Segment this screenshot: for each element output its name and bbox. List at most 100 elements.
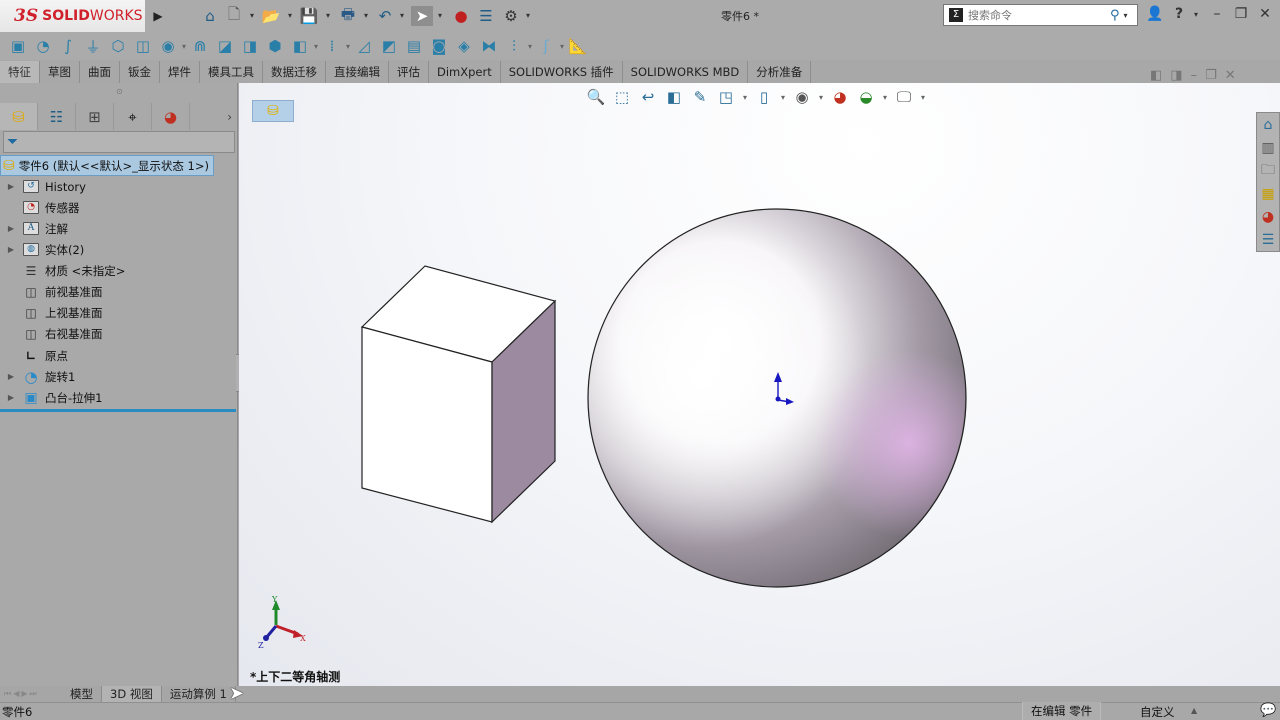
zoom-to-fit-icon[interactable]: 🔍 (585, 88, 607, 106)
draft-icon[interactable]: ◩ (377, 35, 401, 57)
tab-sheet-metal[interactable]: 钣金 (120, 61, 160, 83)
lofted-cut-icon[interactable]: ◨ (238, 35, 262, 57)
more-tabs-arrow-icon[interactable]: › (190, 103, 238, 130)
search-icon[interactable]: ⚲ (1110, 8, 1120, 23)
previous-view-icon[interactable]: ↩ (637, 88, 659, 106)
display-style-dropdown-icon[interactable]: ▾ (779, 93, 787, 102)
panel-grip-icon[interactable]: ⊙ (116, 87, 123, 96)
minimize-button[interactable]: – (1206, 6, 1228, 22)
tree-root-part[interactable]: ⛁ 零件6 (默认<<默认>_显示状态 1>) (0, 155, 214, 176)
undo-dropdown-icon[interactable]: ▾ (400, 11, 404, 20)
menu-expand-arrow-icon[interactable]: ▶ (150, 7, 166, 25)
tree-item-history[interactable]: ▶ ↺ History (0, 176, 86, 197)
help-icon[interactable]: ? (1168, 6, 1190, 22)
lofted-boss-icon[interactable]: ⏚ (81, 35, 105, 57)
help-dropdown-icon[interactable]: ▾ (1194, 10, 1198, 19)
dynamic-annotation-icon[interactable]: ✎ (689, 88, 711, 106)
edit-appearance-icon[interactable]: ◕ (829, 88, 851, 106)
expand-arrow-icon[interactable]: ▶ (0, 182, 22, 191)
model-view[interactable]: Y X Z (239, 83, 1280, 686)
viewport-restore-button[interactable]: ❐ (1205, 68, 1217, 83)
revolved-boss-icon[interactable]: ◔ (31, 35, 55, 57)
tree-item-right-plane[interactable]: ◫ 右视基准面 (0, 323, 102, 344)
property-manager-tab[interactable]: ☷ (38, 103, 76, 130)
tree-item-sensors[interactable]: ◔ 传感器 (0, 197, 80, 218)
rebuild-icon[interactable]: ● (452, 6, 470, 26)
expand-arrow-icon[interactable]: ▶ (0, 393, 22, 402)
hide-show-items-icon[interactable]: ◉ (791, 88, 813, 106)
revolved-cut-icon[interactable]: ⋒ (188, 35, 212, 57)
fillet-dropdown-icon[interactable]: ▾ (313, 35, 319, 57)
tab-add-ins[interactable]: SOLIDWORKS 插件 (501, 61, 623, 83)
tree-item-annotations[interactable]: ▶ A 注解 (0, 218, 68, 239)
tree-item-top-plane[interactable]: ◫ 上视基准面 (0, 302, 102, 323)
select-icon[interactable]: ➤ (411, 6, 433, 26)
viewport-close-button[interactable]: ✕ (1225, 68, 1236, 83)
reference-geometry-icon[interactable]: ⫶ (502, 35, 526, 57)
feature-tree-flyout-button[interactable]: ⛁ (252, 100, 294, 122)
quick-tips-icon[interactable]: 💬 (1260, 703, 1276, 718)
print-dropdown-icon[interactable]: ▾ (364, 11, 368, 20)
tab-sketch[interactable]: 草图 (40, 61, 80, 83)
instant3d-icon[interactable]: 📐 (566, 35, 590, 57)
expand-arrow-icon[interactable]: ▶ (0, 372, 22, 381)
search-input[interactable] (968, 8, 1108, 22)
viewport-minimize-button[interactable]: – (1191, 68, 1198, 83)
tab-surfaces[interactable]: 曲面 (80, 61, 120, 83)
view-settings-dropdown-icon[interactable]: ▾ (919, 93, 927, 102)
custom-properties-icon[interactable]: ☰ (1262, 228, 1275, 251)
open-dropdown-icon[interactable]: ▾ (288, 11, 292, 20)
view-orientation-icon[interactable]: ◳ (715, 88, 737, 106)
curves-dropdown-icon[interactable]: ▾ (559, 35, 565, 57)
close-button[interactable]: ✕ (1254, 6, 1276, 22)
file-explorer-icon[interactable]: 🗀 (1261, 159, 1275, 182)
save-icon[interactable]: 💾 (298, 6, 320, 26)
tab-direct-editing[interactable]: 直接编辑 (326, 61, 389, 83)
search-commands[interactable]: Σ ⚲ ▾ (943, 4, 1138, 26)
tab-weldments[interactable]: 焊件 (160, 61, 200, 83)
configuration-manager-tab[interactable]: ⊞ (76, 103, 114, 130)
extruded-cut-icon[interactable]: ◫ (131, 35, 155, 57)
shell-icon[interactable]: ▤ (402, 35, 426, 57)
new-dropdown-icon[interactable]: ▾ (250, 11, 254, 20)
linear-pattern-icon[interactable]: ⁞ (320, 35, 344, 57)
view-orientation-dropdown-icon[interactable]: ▾ (741, 93, 749, 102)
intersect-icon[interactable]: ◈ (452, 35, 476, 57)
display-style-icon[interactable]: ▯ (753, 88, 775, 106)
search-dropdown-icon[interactable]: ▾ (1124, 11, 1128, 20)
swept-cut-icon[interactable]: ◪ (213, 35, 237, 57)
section-view-icon[interactable]: ◧ (663, 88, 685, 106)
solidworks-resources-icon[interactable]: ⌂ (1264, 113, 1273, 136)
tree-filter[interactable]: ⏷ (3, 131, 235, 153)
pattern-dropdown-icon[interactable]: ▾ (345, 35, 351, 57)
extruded-boss-icon[interactable]: ▣ (6, 35, 30, 57)
tab-mbd[interactable]: SOLIDWORKS MBD (623, 61, 749, 83)
design-library-icon[interactable]: ▥ (1261, 136, 1274, 159)
tab-motion-study-1[interactable]: 运动算例 1 (162, 686, 236, 702)
expand-arrow-icon[interactable]: ▶ (0, 224, 22, 233)
tree-item-solid-bodies[interactable]: ▶ ◍ 实体(2) (0, 239, 84, 260)
tree-item-revolve1[interactable]: ▶ ◔ 旋转1 (0, 366, 75, 387)
tree-item-origin[interactable]: ∟ 原点 (0, 345, 68, 366)
unit-system-arrow-icon[interactable]: ▲ (1191, 706, 1197, 715)
boundary-boss-icon[interactable]: ⬡ (106, 35, 130, 57)
display-manager-tab[interactable]: ◕ (152, 103, 190, 130)
hole-wizard-icon[interactable]: ◉ (156, 35, 180, 57)
user-icon[interactable]: 👤 (1144, 6, 1166, 22)
print-icon[interactable]: 🖶 (337, 5, 359, 26)
expand-arrow-icon[interactable]: ▶ (0, 245, 22, 254)
file-properties-icon[interactable]: ☰ (476, 6, 496, 26)
swept-boss-icon[interactable]: ∫ (56, 35, 80, 57)
tab-features[interactable]: 特征 (0, 61, 40, 83)
select-dropdown-icon[interactable]: ▾ (438, 11, 442, 20)
scene-dropdown-icon[interactable]: ▾ (881, 93, 889, 102)
restore-button[interactable]: ❐ (1230, 6, 1252, 22)
tree-item-boss-extrude1[interactable]: ▶ ▣ 凸台-拉伸1 (0, 387, 103, 408)
rib-icon[interactable]: ◿ (352, 35, 376, 57)
wrap-icon[interactable]: ◙ (427, 35, 451, 57)
options-icon[interactable]: ⚙ (501, 6, 521, 26)
solidworks-logo[interactable]: 3S SOLIDWORKS (0, 0, 145, 32)
dimxpert-manager-tab[interactable]: ⌖ (114, 103, 152, 130)
curves-icon[interactable]: ʃ (534, 35, 558, 57)
tree-item-front-plane[interactable]: ◫ 前视基准面 (0, 281, 102, 302)
